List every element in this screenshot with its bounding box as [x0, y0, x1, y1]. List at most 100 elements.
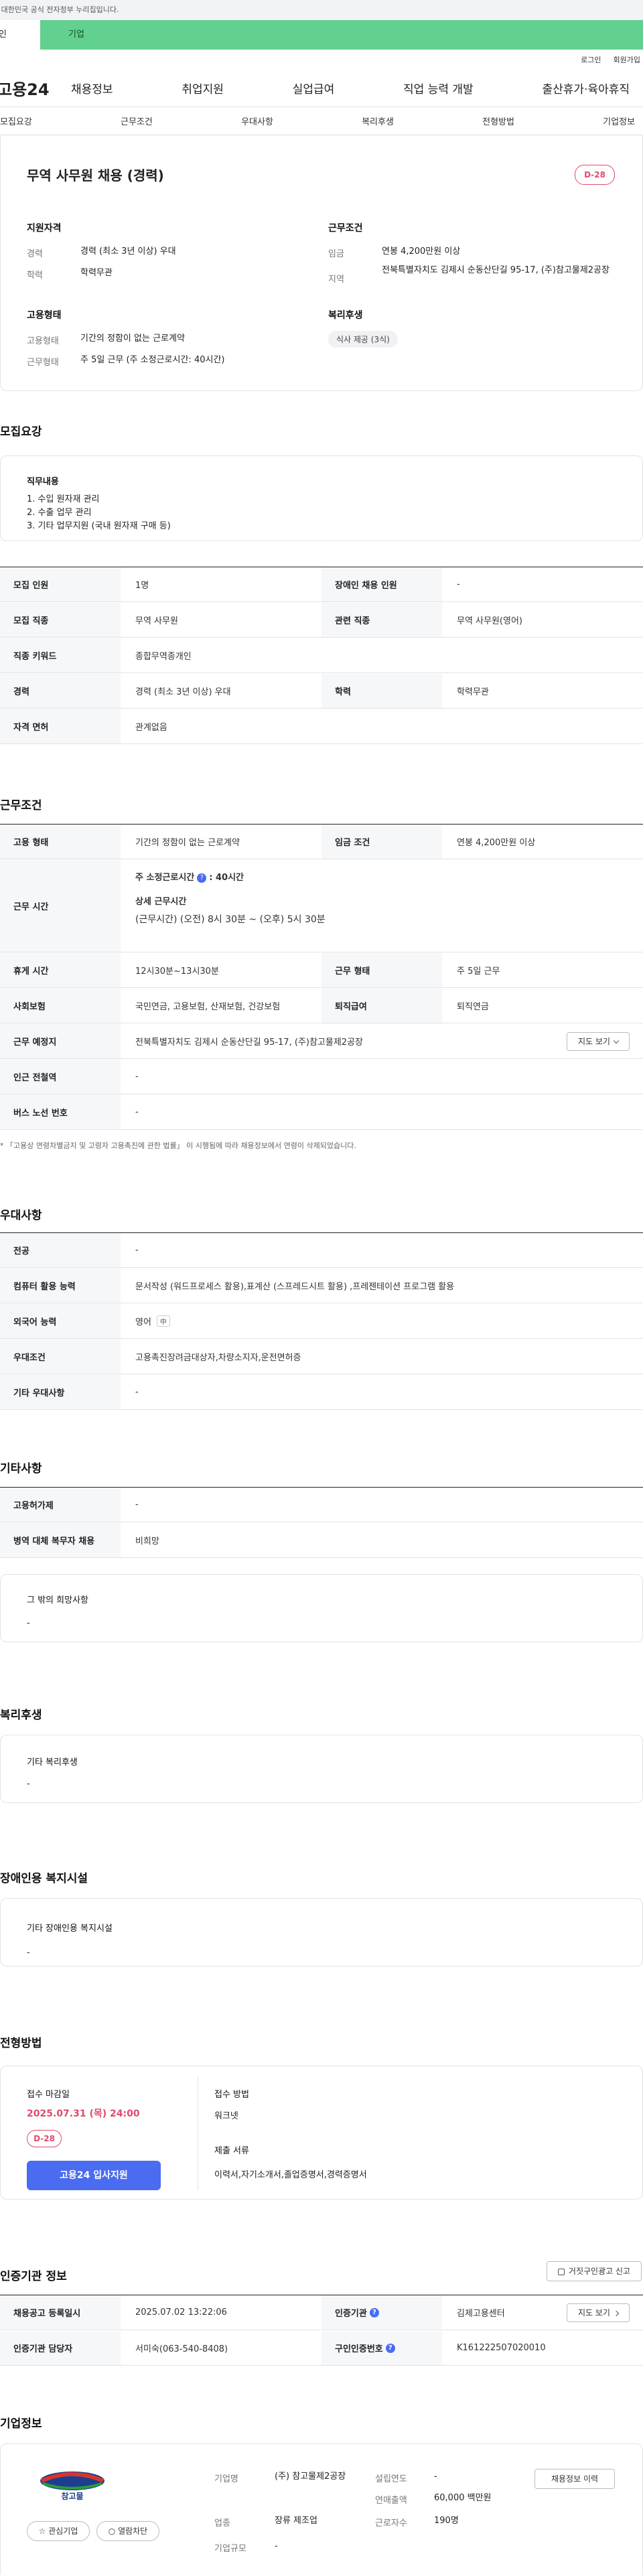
row-value: - — [135, 1387, 139, 1397]
tab-company[interactable]: 기업 — [40, 20, 643, 50]
company-card — [0, 2443, 643, 2575]
table-row: 근무 시간 주 소정근로시간?: 40시간 상세 근무시간 (근무시간) (오전… — [0, 860, 643, 952]
row-label: 병역 대체 복무자 채용 — [0, 1523, 121, 1557]
apply-group-title: 지원자격 — [27, 223, 62, 234]
num-label-text: 구인인증번호 — [335, 2344, 383, 2354]
row-label: 자격 면허 — [0, 709, 121, 743]
size-value: - — [275, 2541, 278, 2551]
row-value: - — [135, 1107, 139, 1117]
industry-label: 업종 — [214, 2518, 230, 2528]
table-row: 인근 전철역 - — [0, 1060, 643, 1094]
dday-badge: D-28 — [575, 165, 615, 185]
company-title: 기업정보 — [0, 2417, 42, 2431]
duty-3: 3. 기타 업무지원 (국내 원자재 구매 등) — [27, 521, 171, 531]
row-value: 국민연금, 고용보험, 산재보험, 건강보험 — [135, 1002, 281, 1012]
job-title: 무역 사무원 채용 (경력) — [27, 167, 164, 184]
duty-1: 1. 수입 원자재 관리 — [27, 494, 100, 504]
row-value: 연봉 4,200만원 이상 — [457, 838, 536, 848]
row-label: 버스 노선 번호 — [0, 1095, 121, 1129]
recruit-title: 모집요강 — [0, 425, 42, 439]
row-value: 무역 사무원(영어) — [457, 616, 522, 626]
gnb-item-leave[interactable]: 출산휴가·육아휴직 — [542, 80, 630, 96]
table-row: 고용 형태 기간의 정함이 없는 근로계약 임금 조건 연봉 4,200만원 이… — [0, 825, 643, 859]
tab-personal[interactable]: 개인 — [0, 20, 40, 50]
row-label: 채용공고 등록일시 — [0, 2295, 121, 2330]
subnav-conditions[interactable]: 근무조건 — [121, 115, 153, 127]
row-value: 문서작성 (워드프로세스 활용),표계산 (스프레드시트 활용) ,프레젠테이션… — [135, 1282, 455, 1292]
job-history-button[interactable]: 채용정보 이력 — [534, 2469, 615, 2489]
row-label: 근무 형태 — [322, 953, 442, 987]
gnb-item-skills[interactable]: 직업 능력 개발 — [403, 80, 474, 96]
lang-value: 영어 — [135, 1317, 151, 1328]
row-value: 학력무관 — [457, 687, 489, 697]
row-label: 사회보험 — [0, 989, 121, 1023]
year-label: 설립연도 — [375, 2474, 407, 2484]
gnb-item-unemployment-benefits[interactable]: 실업급여 — [293, 80, 335, 96]
table-row: 휴게 시간 12시30분~13시30분 근무 형태 주 5일 근무 — [0, 953, 643, 988]
row-value: 경력 (최소 3년 이상) 우대 — [135, 687, 231, 697]
subnav-company[interactable]: 기업정보 — [603, 115, 635, 127]
row-value: 비희망 — [135, 1536, 159, 1547]
subnav-welfare[interactable]: 복리후생 — [362, 115, 394, 127]
table-row: 병역 대체 복무자 채용 비희망 — [0, 1523, 643, 1558]
subnav-recruit[interactable]: 모집요강 — [0, 115, 32, 127]
table-row: 외국어 능력 영어 中 — [0, 1304, 643, 1339]
row-label: 휴게 시간 — [0, 953, 121, 987]
favorite-company-button[interactable]: ☆ 관심기업 — [27, 2521, 90, 2541]
report-label: 거짓구인광고 신고 — [568, 2267, 631, 2276]
disabled-title: 장애인용 복지시설 — [0, 1872, 88, 1885]
welfare-box-title: 기타 복리후생 — [27, 1758, 78, 1768]
subnav-prefer[interactable]: 우대사항 — [241, 115, 273, 127]
tab-personal-label: 개인 — [0, 29, 7, 40]
wish-title: 그 밖의 희망사항 — [27, 1595, 88, 1605]
row-value: 종합무역종개인 — [135, 652, 192, 662]
docs-label: 제출 서류 — [214, 2146, 249, 2156]
org-map-button[interactable]: 지도 보기 — [567, 2303, 630, 2322]
login-link[interactable]: 로그인 — [581, 54, 601, 65]
signup-link[interactable]: 회원가입 — [614, 54, 640, 65]
row-value: 1명 — [135, 581, 149, 591]
info-icon[interactable]: ? — [369, 2307, 379, 2317]
row-value: 2025.07.02 13:22:06 — [135, 2307, 227, 2317]
row-label: 인증기관 담당자 — [0, 2331, 121, 2365]
row-value: 전북특별자치도 김제시 순동산단길 95-17, (주)참고물제2공장 — [135, 1037, 363, 1048]
table-row: 전공 - — [0, 1233, 643, 1268]
subnav-screening[interactable]: 전형방법 — [482, 115, 514, 127]
block-view-button[interactable]: ○ 열람차단 — [96, 2521, 159, 2541]
hours-weekly: 주 소정근로시간?: 40시간 — [135, 871, 643, 885]
career-label: 경력 — [27, 249, 43, 259]
table-row: 직종 키워드 종합무역종개인 — [0, 638, 643, 673]
gnb-item-jobs[interactable]: 채용정보 — [71, 80, 113, 96]
staff-value: 190명 — [434, 2516, 459, 2526]
conditions-title: 근무조건 — [0, 799, 42, 812]
hours-weekly-value: : 40시간 — [209, 873, 244, 883]
info-icon[interactable]: ? — [197, 873, 207, 883]
favorite-label: 관심기업 — [48, 2526, 78, 2536]
wage-label: 임금 — [328, 249, 344, 259]
apply-button[interactable]: 고용24 입사지원 — [27, 2161, 161, 2190]
info-icon[interactable]: ? — [385, 2343, 395, 2353]
row-label: 퇴직급여 — [322, 989, 442, 1023]
section-subnav: 모집요강 근무조건 우대사항 복리후생 전형방법 기업정보 — [0, 107, 643, 135]
table-row: 버스 노선 번호 - — [0, 1095, 643, 1130]
wage-value: 연봉 4,200만원 이상 — [382, 246, 461, 257]
area-value: 전북특별자치도 김제시 순동산단길 95-17, (주)참고물제2공장 — [382, 265, 610, 275]
row-label: 외국어 능력 — [0, 1304, 121, 1338]
gnb-item-employment-support[interactable]: 취업지원 — [182, 80, 224, 96]
block-icon: ○ — [108, 2526, 119, 2536]
table-row: 사회보험 국민연금, 고용보험, 산재보험, 건강보험 퇴직급여 퇴직연금 — [0, 989, 643, 1023]
disabled-box-value: - — [27, 1948, 30, 1958]
table-row: 우대조건 고용촉진장려금대상자,차량소지자,운전면허증 — [0, 1340, 643, 1374]
wish-value: - — [27, 1618, 30, 1628]
edu-value: 학력무관 — [80, 268, 113, 278]
duty-title: 직무내용 — [27, 477, 59, 487]
chevron-down-icon — [613, 2310, 620, 2317]
welfare-tag: 식사 제공 (3식) — [328, 331, 398, 348]
age-note: * 「고용상 연령차별금지 및 고령자 고용촉진에 관한 법률」 이 시행됨에 … — [0, 1141, 356, 1150]
row-label: 학력 — [322, 674, 442, 708]
report-button[interactable]: 거짓구인광고 신고 — [547, 2261, 642, 2281]
wish-card — [0, 1574, 643, 1642]
row-label: 전공 — [0, 1233, 121, 1267]
map-view-button[interactable]: 지도 보기 — [567, 1032, 630, 1051]
site-logo[interactable]: 고용24 — [0, 76, 71, 100]
